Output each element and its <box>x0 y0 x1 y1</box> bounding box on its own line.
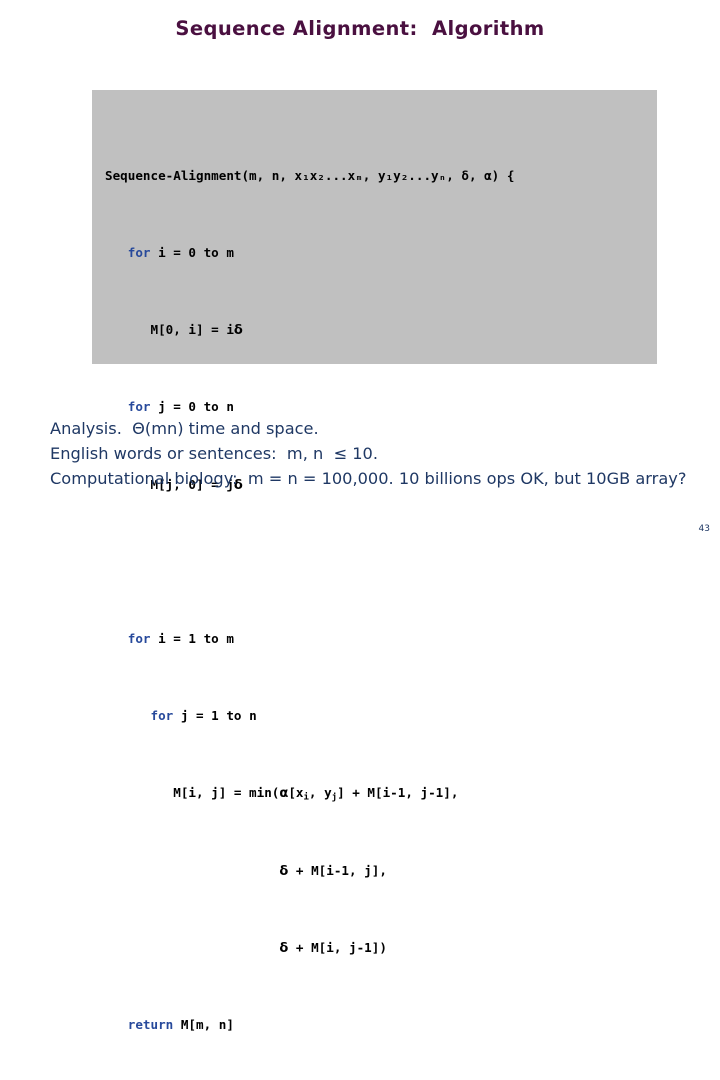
code-line-for-i-0: for i = 0 to m <box>127 245 234 261</box>
code-line-min-arg-2: δ + M[i-1, j], <box>279 862 387 879</box>
code-line-min-arg-3: δ + M[i, j-1]) <box>279 939 387 956</box>
page-title: Sequence Alignment: Algorithm <box>175 17 545 40</box>
analysis-line-english: English words or sentences: m, n ≤ 10. <box>50 444 378 463</box>
code-listing: Sequence-Alignment(m, n, x₁x₂...xₘ, y₁y₂… <box>105 108 514 1080</box>
analysis-line-biology: Computational biology: m = n = 100,000. … <box>50 469 687 488</box>
code-line-for-j-1: for j = 1 to n <box>150 708 257 724</box>
code-line-signature: Sequence-Alignment(m, n, x₁x₂...xₘ, y₁y₂… <box>105 167 515 183</box>
slide-canvas: Sequence Alignment: Algorithm Sequence-A… <box>0 0 720 1032</box>
code-line-recurrence: M[i, j] = min(α[xi, yj] + M[i-1, j-1], <box>105 785 459 803</box>
code-line-for-j-0: for j = 0 to n <box>127 399 234 415</box>
code-line-init-row: M[0, i] = iδ <box>105 322 243 339</box>
code-block-panel: Sequence-Alignment(m, n, x₁x₂...xₘ, y₁y₂… <box>92 90 657 1032</box>
analysis-line-complexity: Analysis. Θ(mn) time and space. <box>50 419 319 438</box>
code-line-return: return M[m, n] <box>127 1016 234 1032</box>
code-line-for-i-1: for i = 1 to m <box>127 631 234 647</box>
page-number: 43 <box>698 524 710 534</box>
analysis-notes: Analysis. Θ(mn) time and space. English … <box>50 416 710 491</box>
